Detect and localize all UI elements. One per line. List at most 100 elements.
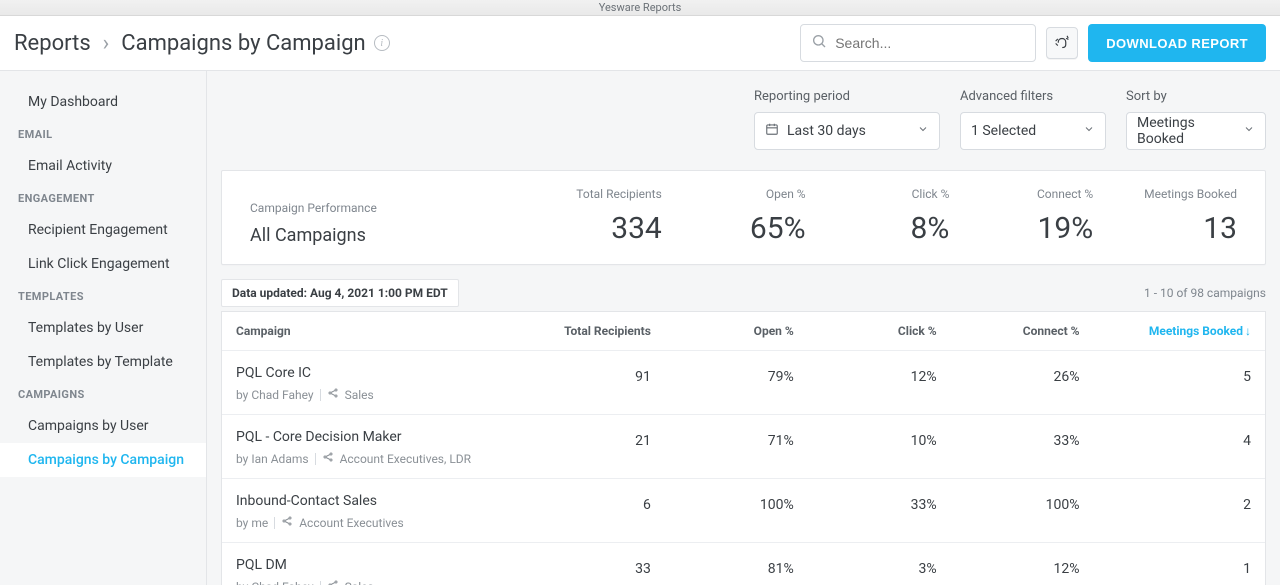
filter-bar: Reporting period Last 30 days Advanced f… [207,71,1280,170]
calendar-icon [765,122,779,140]
campaign-subline: by Ian AdamsAccount Executives, LDR [236,451,508,466]
table-cell: 81% [665,543,808,585]
table-cell: 79% [665,351,808,414]
campaign-subline: by Chad FaheySales [236,579,508,585]
table-cell: 100% [951,479,1094,542]
pagination-text: 1 - 10 of 98 campaigns [1144,286,1266,300]
sort-by-value: Meetings Booked [1137,115,1235,147]
sidebar-item-campaigns-by-campaign[interactable]: Campaigns by Campaign [0,443,206,477]
table-header: CampaignTotal RecipientsOpen %Click %Con… [222,311,1265,351]
campaign-cell: PQL DM by Chad FaheySales [222,543,522,585]
sidebar-item-label: ENGAGEMENT [18,192,95,205]
download-report-button[interactable]: DOWNLOAD REPORT [1088,24,1266,62]
sort-desc-icon: ↓ [1245,324,1251,338]
table-header-campaign[interactable]: Campaign [222,312,522,350]
sidebar-item-link-click-engagement[interactable]: Link Click Engagement [0,247,206,281]
sidebar-item-campaigns-by-user[interactable]: Campaigns by User [0,409,206,443]
sidebar-item-recipient-engagement[interactable]: Recipient Engagement [0,213,206,247]
filter-label-advanced: Advanced filters [960,89,1106,104]
summary-meetings-booked: 13 [1203,211,1237,246]
chevron-down-icon [1243,123,1255,139]
sidebar-item-templates-by-template[interactable]: Templates by Template [0,345,206,379]
campaign-name: PQL Core IC [236,365,508,381]
sidebar-item-label: Recipient Engagement [28,222,168,238]
breadcrumb: Reports › Campaigns by Campaign i [14,31,790,56]
search-input-wrap[interactable] [800,24,1036,62]
table-cell: 2 [1094,479,1265,542]
table-header-click-[interactable]: Click % [808,312,951,350]
page-title: Campaigns by Campaign [121,31,365,56]
sidebar-item-label: TEMPLATES [18,290,84,303]
table-row[interactable]: Inbound-Contact Salesby meAccount Execut… [222,479,1265,543]
divider [320,389,321,401]
summary-open-pct: 65% [750,211,806,246]
table-row[interactable]: PQL DMby Chad FaheySales3381%3%12%1 [222,543,1265,585]
page-header: Reports › Campaigns by Campaign i DOWNLO… [0,16,1280,71]
table-cell: 26% [951,351,1094,414]
sidebar-group: EMAIL [0,119,206,149]
sidebar-item-label: Templates by User [28,320,143,336]
breadcrumb-current: Campaigns by Campaign i [121,31,389,56]
sort-by-select[interactable]: Meetings Booked [1126,112,1266,150]
table-cell: 33% [808,479,951,542]
table-cell: 33% [951,415,1094,478]
campaign-name: PQL DM [236,557,508,573]
divider [320,581,321,585]
share-icon [281,515,293,530]
sidebar-item-label: EMAIL [18,128,52,141]
advanced-filters-select[interactable]: 1 Selected [960,112,1106,150]
table-header-meetings-booked[interactable]: Meetings Booked↓ [1094,312,1265,350]
table-cell: 71% [665,415,808,478]
table-header-open-[interactable]: Open % [665,312,808,350]
main-content: Reporting period Last 30 days Advanced f… [207,71,1280,585]
search-input[interactable] [835,35,1025,51]
filter-label-sort: Sort by [1126,89,1266,104]
campaign-subline: by Chad FaheySales [236,387,508,402]
campaign-name: PQL - Core Decision Maker [236,429,508,445]
table-header-connect-[interactable]: Connect % [951,312,1094,350]
sidebar-group: ENGAGEMENT [0,183,206,213]
sidebar-item-label: My Dashboard [28,94,118,110]
table-cell: 10% [808,415,951,478]
sidebar-group: CAMPAIGNS [0,379,206,409]
sidebar: My Dashboard EMAIL Email Activity ENGAGEMEN… [0,71,207,585]
table-cell: 6 [522,479,665,542]
campaign-name: Inbound-Contact Sales [236,493,508,509]
sidebar-item-email-activity[interactable]: Email Activity [0,149,206,183]
table-cell: 3% [808,543,951,585]
breadcrumb-root[interactable]: Reports [14,31,91,56]
table-cell: 1 [1094,543,1265,585]
summary-card-title: All Campaigns [250,225,366,246]
sidebar-item-templates-by-user[interactable]: Templates by User [0,311,206,345]
table-cell: 91 [522,351,665,414]
sidebar-group: TEMPLATES [0,281,206,311]
divider [315,453,316,465]
sidebar-item-my-dashboard[interactable]: My Dashboard [0,85,206,119]
sidebar-item-label: CAMPAIGNS [18,388,85,401]
chevron-down-icon [917,123,929,139]
divider [274,517,275,529]
search-icon [811,33,827,53]
table-cell: 12% [808,351,951,414]
table-header-total-recipients[interactable]: Total Recipients [522,312,665,350]
summary-card-label: Campaign Performance [250,201,377,215]
reporting-period-select[interactable]: Last 30 days [754,112,940,150]
table-cell: 21 [522,415,665,478]
info-icon[interactable]: i [374,35,390,51]
table-cell: 100% [665,479,808,542]
campaign-cell: PQL - Core Decision Maker by Ian AdamsAcc… [222,415,522,478]
campaigns-table: CampaignTotal RecipientsOpen %Click %Con… [221,311,1266,585]
summary-connect-pct: 19% [1037,211,1093,246]
share-icon [327,579,339,585]
sidebar-item-label: Link Click Engagement [28,256,170,272]
chevron-down-icon [1083,123,1095,139]
table-cell: 5 [1094,351,1265,414]
share-icon [322,451,334,466]
sidebar-item-label: Campaigns by User [28,418,149,434]
filter-label-period: Reporting period [754,89,940,104]
wave-button[interactable] [1046,27,1078,59]
summary-card: Campaign Performance All Campaigns Total… [221,170,1266,265]
table-row[interactable]: PQL - Core Decision Maker by Ian AdamsAcc… [222,415,1265,479]
table-row[interactable]: PQL Core IC by Chad FaheySales 9179%12%26%… [222,351,1265,415]
table-cell: 12% [951,543,1094,585]
